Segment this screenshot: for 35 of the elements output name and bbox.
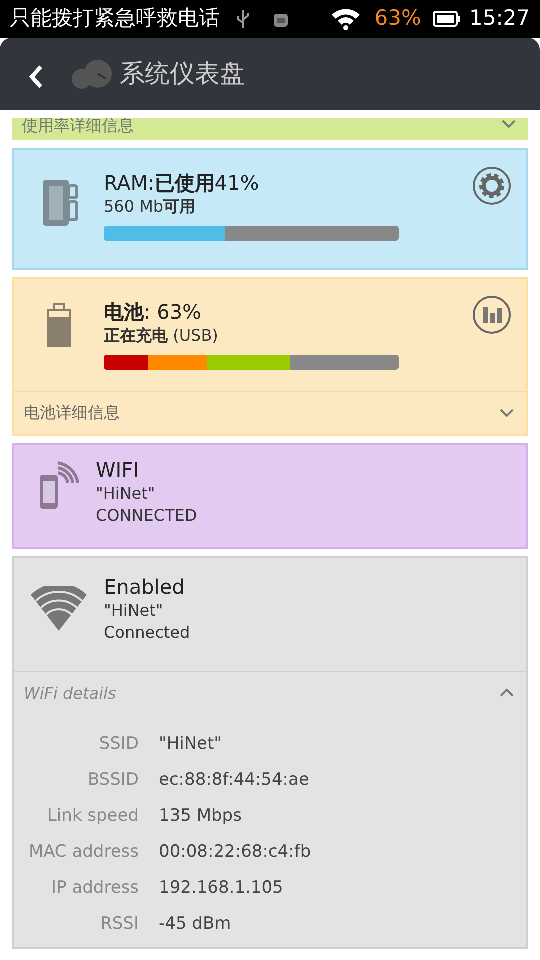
details-header[interactable]: 电池详细信息 bbox=[14, 391, 526, 434]
wifi-signal-icon bbox=[30, 586, 88, 632]
detail-label: RSSI bbox=[100, 913, 139, 936]
detail-label: BSSID bbox=[86, 769, 139, 792]
detail-label: Link speed bbox=[46, 805, 139, 828]
detail-label: SSID bbox=[98, 733, 139, 756]
notification-text: 只能拨打紧急呼救电话 bbox=[10, 5, 220, 32]
app-title: 系统仪表盘 bbox=[120, 58, 245, 90]
connection-status: CONNECTED bbox=[96, 505, 198, 527]
usb-icon bbox=[236, 9, 250, 29]
details-header[interactable]: WiFi details bbox=[14, 671, 526, 715]
card-title: WIFI bbox=[96, 457, 140, 483]
clock-text: 15:27 bbox=[469, 5, 530, 32]
battery-level-icon bbox=[45, 303, 73, 349]
connection-status: Connected bbox=[104, 622, 190, 644]
detail-value: ec:88:8f:44:54:ae bbox=[158, 769, 310, 792]
detail-label: MAC address bbox=[28, 841, 139, 864]
detail-value: "HiNet" bbox=[158, 733, 222, 756]
card-title: RAM:已使用41% bbox=[104, 170, 260, 196]
detail-label: IP address bbox=[50, 877, 139, 900]
battery-percent: 63% bbox=[374, 5, 422, 32]
detail-value: 135 Mbps bbox=[158, 805, 242, 828]
detail-value: -45 dBm bbox=[158, 913, 232, 936]
card-subtitle: 正在充电 (USB) bbox=[104, 325, 220, 347]
battery-icon bbox=[433, 10, 462, 28]
card-title: 电池: 63% bbox=[104, 299, 203, 325]
card-title: Enabled bbox=[104, 574, 186, 600]
chart-button[interactable] bbox=[472, 295, 512, 335]
detail-value: 192.168.1.105 bbox=[158, 877, 284, 900]
wifi-icon bbox=[330, 7, 361, 31]
network-name: "HiNet" bbox=[96, 483, 156, 505]
settings-button[interactable] bbox=[472, 166, 512, 206]
network-name: "HiNet" bbox=[104, 600, 164, 622]
detail-value: 00:08:22:68:c4:fb bbox=[158, 841, 312, 864]
card-subtitle: 560 Mb可用 bbox=[104, 196, 197, 218]
